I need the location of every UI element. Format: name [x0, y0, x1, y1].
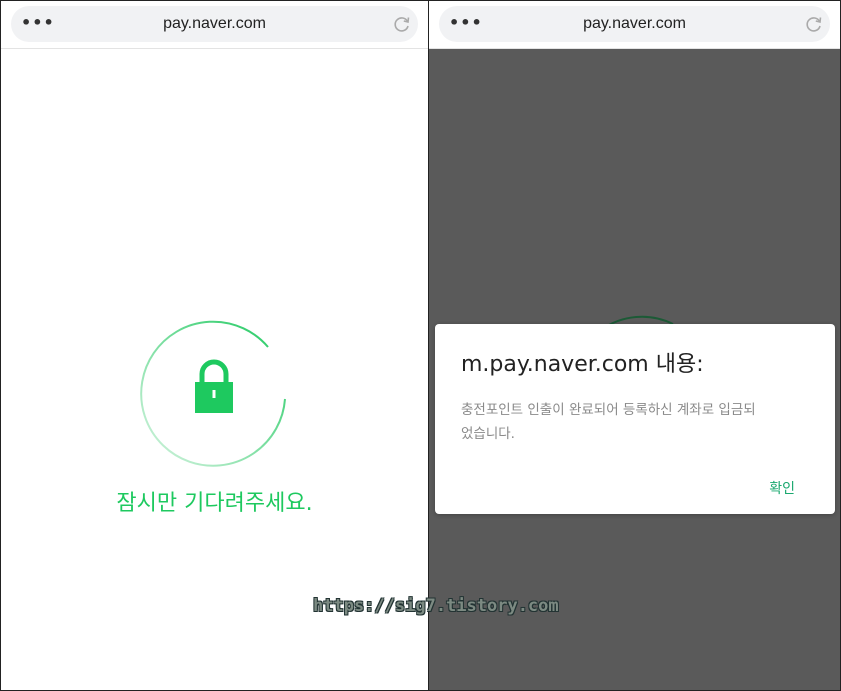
- address-bar[interactable]: ••• pay.naver.com: [439, 6, 830, 42]
- reload-icon[interactable]: [392, 14, 412, 34]
- dialog-title: m.pay.naver.com 내용:: [461, 352, 704, 377]
- dialog-message: 충전포인트 인출이 완료되어 등록하신 계좌로 입금되었습니다.: [461, 402, 756, 442]
- watermark-text: https://sig7.tistory.com: [313, 596, 559, 616]
- loading-message: 잠시만 기다려주세요.: [116, 491, 313, 516]
- address-bar[interactable]: ••• pay.naver.com: [11, 6, 418, 42]
- confirm-button[interactable]: 확인: [769, 478, 795, 498]
- loading-spinner: [140, 320, 286, 467]
- left-browser-screen: ••• pay.naver.com 잠시만 기다려주세요.: [0, 0, 429, 691]
- url-text[interactable]: pay.naver.com: [439, 6, 830, 42]
- browser-toolbar: ••• pay.naver.com: [429, 1, 840, 49]
- lock-icon: [195, 359, 233, 413]
- right-browser-screen: ••• pay.naver.com m.pay.naver.com 내용: 충전…: [428, 0, 841, 691]
- reload-icon[interactable]: [804, 14, 824, 34]
- browser-toolbar: ••• pay.naver.com: [1, 1, 428, 49]
- url-text[interactable]: pay.naver.com: [11, 6, 418, 42]
- alert-dialog: m.pay.naver.com 내용: 충전포인트 인출이 완료되어 등록하신 …: [435, 324, 835, 514]
